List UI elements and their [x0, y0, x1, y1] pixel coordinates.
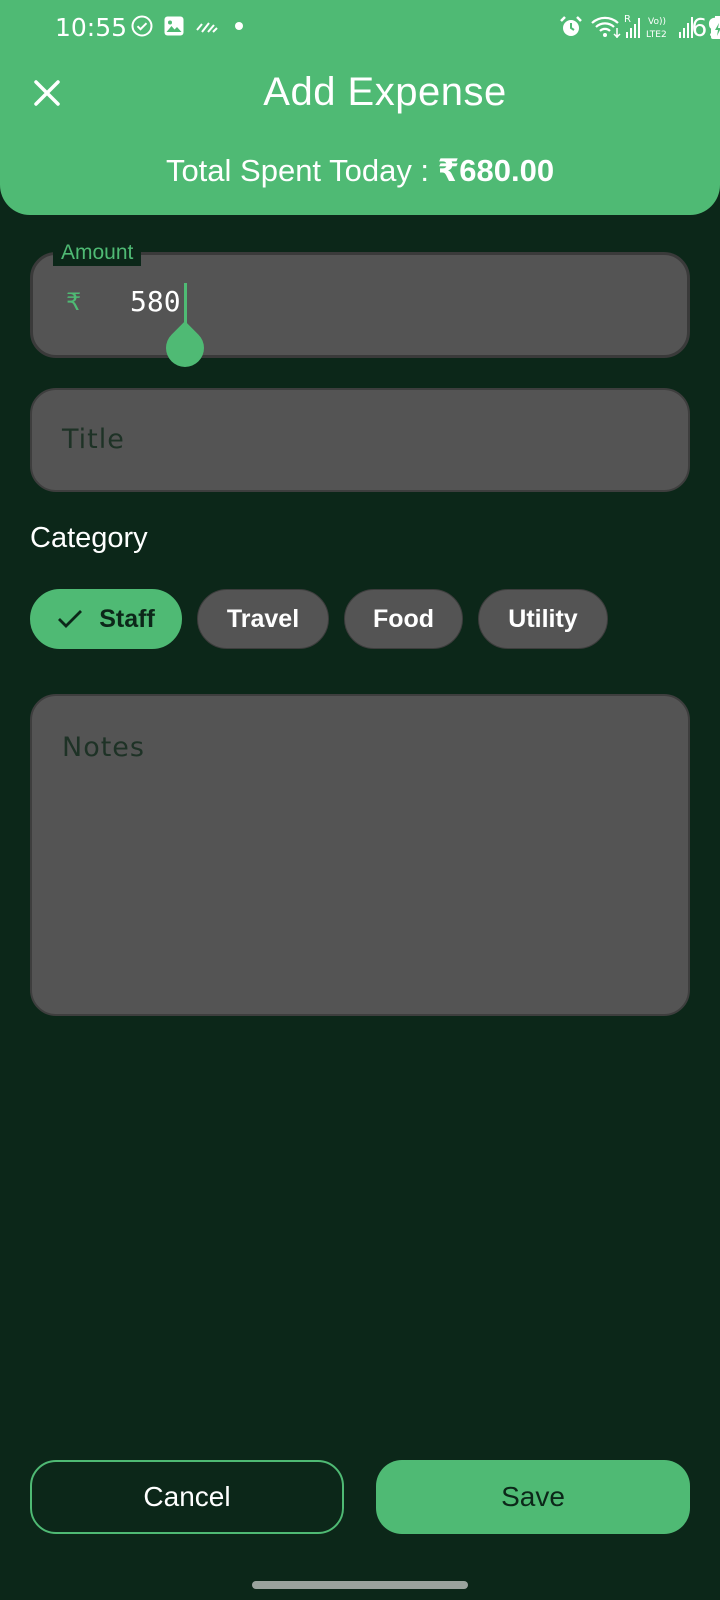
save-button[interactable]: Save: [376, 1460, 690, 1534]
rupee-prefix: ₹: [66, 288, 82, 316]
total-spent-today: Total Spent Today : ₹680.00: [0, 153, 720, 189]
battery-icon: [710, 16, 720, 44]
svg-text:Vo)): Vo)): [648, 17, 666, 27]
chip-label: Utility: [508, 604, 578, 633]
page-title: Add Expense: [263, 70, 507, 114]
status-right-icons: R Vo))LTE2 69%: [420, 12, 720, 44]
cancel-button[interactable]: Cancel: [30, 1460, 344, 1534]
notes-input[interactable]: Notes: [30, 694, 690, 1016]
chip-utility[interactable]: Utility: [478, 589, 608, 649]
title-placeholder: Title: [62, 424, 125, 455]
chip-label: Travel: [226, 604, 300, 633]
cursor-handle[interactable]: [158, 321, 212, 375]
category-label: Category: [30, 522, 148, 554]
status-bar: 10:55 R Vo)) LTE2 6: [0, 0, 720, 56]
check-circle-icon: [130, 14, 154, 42]
title-input[interactable]: Title: [30, 388, 690, 492]
status-left-icons: [130, 14, 250, 42]
amount-value[interactable]: 580: [130, 285, 181, 318]
alarm-icon: [558, 14, 584, 44]
image-icon: [162, 14, 186, 42]
amount-input[interactable]: ₹ 580: [30, 252, 690, 375]
amount-label: Amount: [53, 240, 142, 266]
status-time: 10:55: [55, 13, 128, 42]
wifi-icon: [590, 14, 622, 44]
notes-placeholder: Notes: [62, 732, 145, 763]
total-spent-label: Total Spent Today :: [165, 153, 438, 188]
chip-food[interactable]: Food: [344, 589, 463, 649]
volte-icon: Vo)) LTE2: [646, 12, 674, 46]
total-spent-amount: ₹680.00: [437, 153, 555, 188]
header-bar: 10:55 R Vo)) LTE2 6 Add Expense Total Sp…: [0, 0, 720, 215]
chip-travel[interactable]: Travel: [197, 589, 329, 649]
dot-icon: [228, 14, 250, 42]
svg-text:R: R: [624, 14, 631, 25]
svg-text:LTE2: LTE2: [646, 30, 667, 40]
signal-lines-icon: [194, 14, 220, 42]
gesture-nav-handle[interactable]: [252, 1581, 468, 1589]
check-icon: [57, 609, 83, 629]
chip-staff[interactable]: Staff: [30, 589, 182, 649]
signal-icon: R: [624, 12, 644, 44]
chip-label: Staff: [99, 604, 155, 633]
chip-label: Food: [372, 604, 435, 633]
